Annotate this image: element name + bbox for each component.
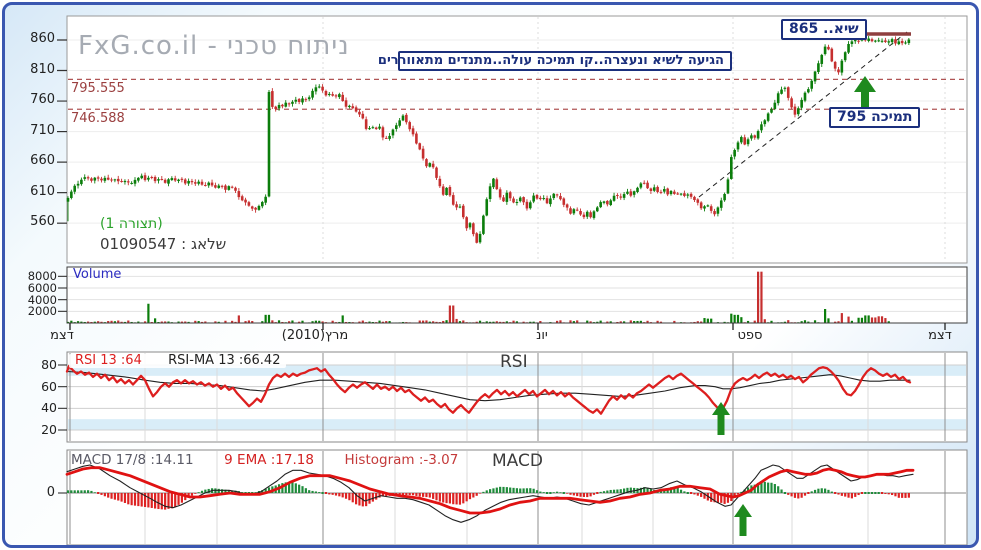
ema-legend: 9 EMA :17.18 — [224, 452, 314, 468]
symbol-label: שלאג : 01090547 — [100, 235, 227, 253]
month-label: ספט — [737, 328, 763, 343]
lower-level-value: 746.588 — [71, 111, 125, 126]
macd-legend-strip: MACD 17/8 :14.11 9 EMA :17.18 Histogram … — [71, 453, 458, 468]
upper-level-value: 795.555 — [71, 81, 125, 96]
rsi-legend: RSI 13 :64 — [75, 353, 142, 368]
rsi-ma-legend: RSI-MA 13 :66.42 — [168, 353, 281, 368]
volume-title: Volume — [73, 267, 122, 282]
rsi-tick-label: 80 — [41, 357, 57, 372]
price-tick-label: 660 — [30, 153, 55, 168]
chart-frame: FxG.co.il - ניתוח טכני הגיעה לשיא ונעצרה… — [2, 2, 979, 548]
rsi-tick-label: 20 — [41, 422, 57, 437]
macd-legend: MACD 17/8 :14.11 — [71, 452, 194, 468]
watermark: FxG.co.il - ניתוח טכני — [78, 31, 350, 61]
volume-tick-label: 2000 — [27, 304, 57, 318]
month-label: יונ — [536, 328, 548, 343]
rsi-panel-title: RSI — [500, 352, 528, 372]
macd-panel-title: MACD — [492, 451, 543, 471]
price-tick-label: 710 — [30, 123, 55, 138]
rsi-tick-label: 60 — [41, 379, 57, 394]
month-label: מרץ(2010) — [281, 328, 349, 343]
price-tick-label: 610 — [30, 184, 55, 199]
annotation-note-box: הגיעה לשיא ונעצרה..קו תמיכה עולה..מתנדים… — [378, 51, 732, 72]
histogram-legend: Histogram :-3.07 — [344, 452, 459, 468]
technical-analysis-screenshot: FxG.co.il - ניתוח טכני הגיעה לשיא ונעצרה… — [0, 0, 981, 550]
price-tick-label: 560 — [30, 214, 55, 229]
month-label: דצמ — [928, 328, 952, 343]
month-label: דצמ — [50, 328, 74, 343]
support-label-box: תמיכה 795 — [829, 107, 921, 129]
price-tick-label: 810 — [30, 62, 55, 77]
macd-zero-tick-label: 0 — [46, 485, 55, 500]
price-tick-label: 760 — [30, 92, 55, 107]
config-label: (תצורה 1) — [100, 216, 163, 232]
peak-label-box: שיא.. 865 — [781, 19, 867, 41]
price-tick-label: 860 — [30, 31, 55, 46]
rsi-legend-strip: RSI 13 :64 RSI-MA 13 :66.42 — [69, 353, 287, 369]
rsi-tick-label: 40 — [41, 400, 57, 415]
